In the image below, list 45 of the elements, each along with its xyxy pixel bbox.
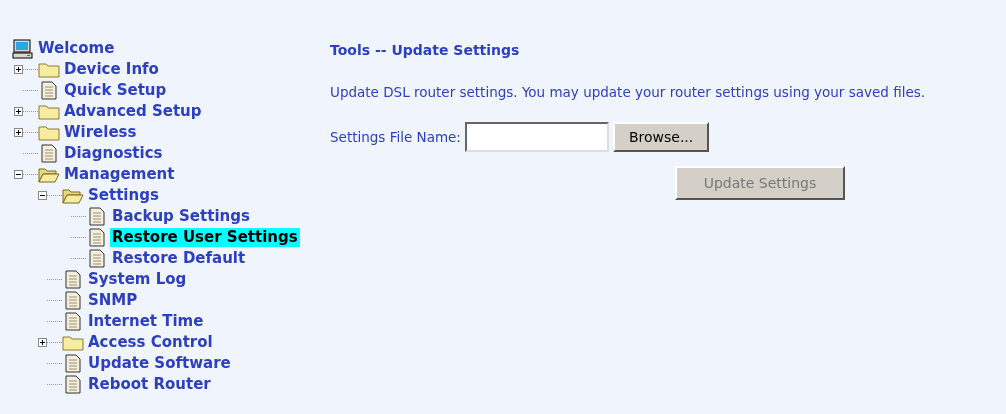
browse-button[interactable]: Browse... xyxy=(612,122,710,153)
tree-item[interactable]: Settings xyxy=(86,186,161,205)
tree-item[interactable]: Wireless xyxy=(62,123,139,142)
description-text: Update DSL router settings. You may update your router settings using your saved files. xyxy=(330,83,926,102)
open-folder-icon xyxy=(38,166,60,183)
field-label: Settings File Name: xyxy=(330,128,461,148)
computer-icon xyxy=(12,38,34,59)
expand-toggle[interactable] xyxy=(14,107,23,116)
document-icon xyxy=(65,354,81,373)
file-name-field[interactable] xyxy=(464,122,609,153)
expand-toggle[interactable] xyxy=(14,128,23,137)
expand-toggle[interactable] xyxy=(38,338,47,347)
folder-icon xyxy=(38,124,60,141)
tree-item[interactable]: Device Info xyxy=(62,60,161,79)
tree-item[interactable]: Diagnostics xyxy=(62,144,165,163)
document-icon xyxy=(65,312,81,331)
tree-item[interactable]: SNMP xyxy=(86,291,140,310)
collapse-toggle[interactable] xyxy=(14,170,23,179)
tree-item[interactable]: Access Control xyxy=(86,333,215,352)
tree-item[interactable]: Restore User Settings xyxy=(110,228,300,247)
folder-icon xyxy=(62,334,84,351)
document-icon xyxy=(89,228,105,247)
document-icon xyxy=(65,270,81,289)
open-folder-icon xyxy=(62,187,84,204)
document-icon xyxy=(41,144,57,163)
document-icon xyxy=(65,375,81,394)
tree-item[interactable]: Internet Time xyxy=(86,312,206,331)
tree-item[interactable]: Advanced Setup xyxy=(62,102,204,121)
collapse-toggle[interactable] xyxy=(38,191,47,200)
document-icon xyxy=(41,81,57,100)
tree-item[interactable]: Backup Settings xyxy=(110,207,252,226)
folder-icon xyxy=(38,61,60,78)
tree-item[interactable]: Quick Setup xyxy=(62,81,169,100)
tree-item[interactable]: System Log xyxy=(86,270,189,289)
tree-item[interactable]: Update Software xyxy=(86,354,233,373)
page-title: Tools -- Update Settings xyxy=(330,41,521,60)
tree-item[interactable]: Restore Default xyxy=(110,249,248,268)
folder-icon xyxy=(38,103,60,120)
tree-item[interactable]: Welcome xyxy=(36,39,117,58)
tree-item[interactable]: Reboot Router xyxy=(86,375,213,394)
tree-item[interactable]: Management xyxy=(62,165,177,184)
document-icon xyxy=(89,207,105,226)
document-icon xyxy=(89,249,105,268)
expand-toggle[interactable] xyxy=(14,65,23,74)
document-icon xyxy=(65,291,81,310)
